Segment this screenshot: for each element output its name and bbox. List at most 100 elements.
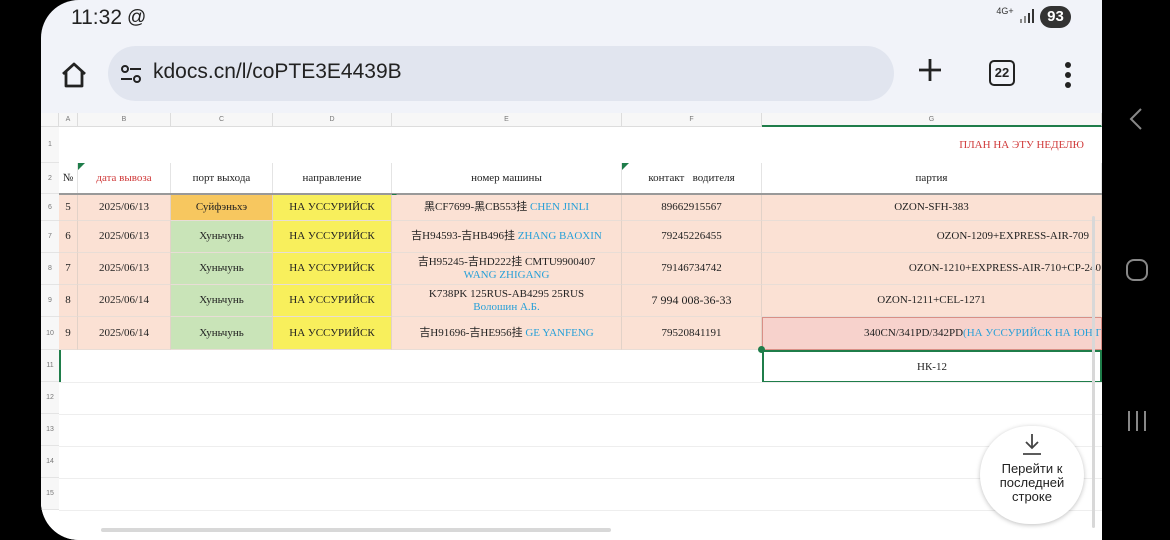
row-header-11[interactable]: 11	[41, 350, 59, 382]
selected-cell[interactable]: НК-12	[762, 350, 1102, 383]
cell-direction[interactable]: НА УССУРИЙСК	[273, 195, 392, 221]
status-bar: 11:32 @ 4G+ 93	[41, 0, 1102, 36]
row-header-6[interactable]: 6	[41, 194, 59, 221]
header-vehicle[interactable]: номер машины	[392, 163, 622, 194]
row-header-8[interactable]: 8	[41, 253, 59, 285]
new-tab-icon[interactable]	[917, 57, 943, 83]
more-options-icon[interactable]	[1061, 61, 1075, 89]
recent-apps-icon[interactable]	[1126, 409, 1148, 433]
cell-port[interactable]: Суйфэньхэ	[171, 195, 273, 221]
driver-name: ZHANG BAOXIN	[517, 230, 602, 242]
cell-direction[interactable]: НА УССУРИЙСК	[273, 285, 392, 317]
comment-marker	[78, 163, 85, 170]
browser-toolbar: kdocs.cn/l/coPTE3E4439B 22	[41, 36, 1102, 113]
cell-vehicle[interactable]: K738PK 125RUS-AB4295 25RUS Волошин А.Б.	[392, 285, 622, 317]
cell-date[interactable]: 2025/06/14	[78, 285, 171, 317]
cell-num[interactable]: 6	[59, 221, 78, 253]
header-contact[interactable]: контакт водителя	[622, 163, 762, 194]
cell-vehicle[interactable]: 吉H95245-吉HD222挂 CMTU9900407 WANG ZHIGANG	[392, 253, 622, 285]
network-type-icon: 4G+	[996, 6, 1014, 16]
header-direction[interactable]: направление	[273, 163, 392, 194]
header-date[interactable]: дата вывоза	[78, 163, 171, 194]
vehicle-plate: K738PK 125RUS-AB4295 25RUS	[428, 287, 585, 300]
row-header-1[interactable]: 1	[41, 127, 59, 163]
home-button-icon[interactable]	[1125, 258, 1149, 282]
col-header-g[interactable]: G	[762, 113, 1102, 127]
select-all-corner[interactable]	[41, 113, 59, 127]
cell-batch[interactable]: OZON-1210+EXPRESS-AIR-710+CP-240	[762, 253, 1102, 285]
cell-contact[interactable]: 7 994 008-36-33	[622, 285, 762, 317]
grid-line	[59, 478, 1102, 479]
grid-line	[59, 414, 1102, 415]
cell-num[interactable]: 8	[59, 285, 78, 317]
url-text[interactable]: kdocs.cn/l/coPTE3E4439B	[153, 60, 402, 84]
row-header-9[interactable]: 9	[41, 285, 59, 317]
comment-marker	[622, 163, 629, 170]
cell-date[interactable]: 2025/06/13	[78, 195, 171, 221]
col-header-c[interactable]: C	[171, 113, 273, 127]
row-selection-marker	[59, 350, 61, 383]
cell-batch[interactable]: OZON-1209+EXPRESS-AIR-709	[762, 221, 1102, 253]
home-icon[interactable]	[59, 60, 89, 90]
vehicle-plate: 吉H94593-吉HB496挂	[411, 230, 516, 242]
cell-batch[interactable]: OZON-1211+CEL-1271	[762, 285, 1102, 317]
cell-direction[interactable]: НА УССУРИЙСК	[273, 317, 392, 350]
grid-line	[59, 510, 1102, 511]
row-header-15[interactable]: 15	[41, 478, 59, 510]
batch-code: 340CN/341PD/342PD	[864, 327, 964, 339]
cell-num[interactable]: 5	[59, 195, 78, 221]
at-sign-icon: @	[127, 7, 147, 28]
row-header-2[interactable]: 2	[41, 163, 59, 194]
cell-batch[interactable]: OZON-SFH-383	[762, 195, 1102, 221]
vertical-scrollbar[interactable]	[1092, 216, 1095, 528]
site-settings-icon[interactable]	[120, 64, 142, 84]
back-icon[interactable]	[1128, 107, 1144, 131]
cell-vehicle[interactable]: 吉H94593-吉HB496挂 ZHANG BAOXIN	[392, 221, 622, 253]
col-header-f[interactable]: F	[622, 113, 762, 127]
horizontal-scrollbar[interactable]	[101, 528, 611, 532]
row-header-13[interactable]: 13	[41, 414, 59, 446]
row-header-14[interactable]: 14	[41, 446, 59, 478]
signal-icon	[1020, 9, 1034, 23]
cell-num[interactable]: 9	[59, 317, 78, 350]
selection-handle[interactable]	[758, 346, 765, 353]
col-header-b[interactable]: B	[78, 113, 171, 127]
row-header-7[interactable]: 7	[41, 221, 59, 253]
plan-title-text: ПЛАН НА ЭТУ НЕДЕЛЮ	[959, 138, 1084, 151]
cell-direction[interactable]: НА УССУРИЙСК	[273, 221, 392, 253]
cell-num[interactable]: 7	[59, 253, 78, 285]
col-header-e[interactable]: E	[392, 113, 622, 127]
header-port[interactable]: порт выхода	[171, 163, 273, 194]
phone-screen: 11:32 @ 4G+ 93 kdocs.cn/l/coPTE3E4439B 2…	[41, 0, 1102, 540]
driver-name: CHEN JINLI	[530, 201, 589, 213]
spreadsheet[interactable]: A B C D E F G 1 2 6 7 8 9 10 11 12 13 14…	[41, 113, 1102, 540]
cell-contact[interactable]: 79245226455	[622, 221, 762, 253]
row-header-10[interactable]: 10	[41, 317, 59, 350]
cell-contact[interactable]: 79520841191	[622, 317, 762, 350]
cell-batch[interactable]: 340CN/341PD/342PD (НА УССУРИЙСК НА ЮН Г	[762, 317, 1102, 350]
address-bar[interactable]: kdocs.cn/l/coPTE3E4439B	[108, 46, 894, 101]
status-time: 11:32	[71, 6, 122, 29]
cell-contact[interactable]: 79146734742	[622, 253, 762, 285]
cell-date[interactable]: 2025/06/13	[78, 253, 171, 285]
cell-direction[interactable]: НА УССУРИЙСК	[273, 253, 392, 285]
cell-port[interactable]: Хуньчунь	[171, 285, 273, 317]
header-batch[interactable]: партия	[762, 163, 1102, 194]
download-arrow-icon	[1023, 434, 1041, 455]
tab-switcher-button[interactable]: 22	[989, 60, 1015, 86]
cell-vehicle[interactable]: 黑CF7699-黑CB553挂 CHEN JINLI	[392, 195, 622, 221]
cell-date[interactable]: 2025/06/13	[78, 221, 171, 253]
cell-contact[interactable]: 89662915567	[622, 195, 762, 221]
cell-vehicle[interactable]: 吉H91696-吉HE956挂 GE YANFENG	[392, 317, 622, 350]
cell-port[interactable]: Хуньчунь	[171, 253, 273, 285]
plan-title[interactable]: ПЛАН НА ЭТУ НЕДЕЛЮ	[762, 127, 1102, 163]
cell-date[interactable]: 2025/06/14	[78, 317, 171, 350]
batch-note: (НА УССУРИЙСК НА ЮН Г	[963, 327, 1102, 339]
cell-port[interactable]: Хуньчунь	[171, 221, 273, 253]
cell-port[interactable]: Хуньчунь	[171, 317, 273, 350]
col-header-d[interactable]: D	[273, 113, 392, 127]
col-header-a[interactable]: A	[59, 113, 78, 127]
go-to-last-row-button[interactable]: Перейти к последней строке	[980, 426, 1084, 524]
header-num[interactable]: №	[59, 163, 78, 194]
row-header-12[interactable]: 12	[41, 382, 59, 414]
